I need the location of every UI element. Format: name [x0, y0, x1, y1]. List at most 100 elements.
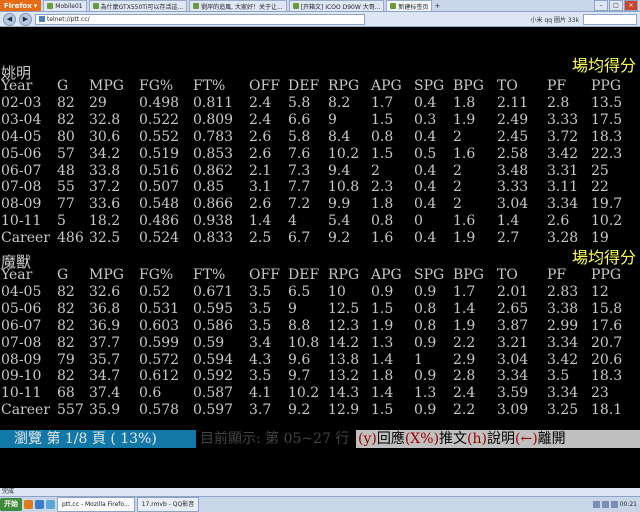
favicon-icon: [390, 3, 397, 9]
tab-label: 新建标签页: [398, 3, 429, 11]
table-cell: 0.599: [139, 334, 180, 351]
table-cell: 0.52: [139, 283, 171, 300]
back-icon[interactable]: ◀: [3, 12, 16, 26]
taskbar: 开始 ptt.cc - Mozilla Firefo... 17.rmvb - …: [0, 496, 640, 512]
table-cell: 0.4: [414, 179, 437, 196]
table-cell: 1.7: [371, 94, 394, 111]
table-cell: 0.853: [193, 145, 234, 162]
table-cell: 35.7: [89, 351, 121, 368]
table-cell: 0.548: [139, 196, 180, 213]
maximize-icon[interactable]: □: [609, 0, 623, 11]
close-icon[interactable]: ×: [624, 0, 638, 11]
table-cell: 2: [453, 196, 462, 213]
firefox-menu-button[interactable]: Firefox ▾: [0, 0, 42, 11]
table-cell: 9.9: [328, 196, 351, 213]
table-cell: 4: [288, 213, 297, 230]
table-cell: 2.5: [249, 230, 272, 247]
table-cell: 3.38: [547, 300, 579, 317]
table-cell: 82: [57, 94, 75, 111]
task-firefox[interactable]: ptt.cc - Mozilla Firefo...: [57, 497, 135, 512]
column-header: G: [57, 267, 69, 283]
table-cell: 7.7: [288, 179, 311, 196]
column-header: SPG: [414, 78, 445, 94]
table-cell: 82: [57, 317, 75, 334]
table-cell: 1.6: [371, 230, 394, 247]
table-cell: 2.49: [497, 111, 529, 128]
search-input[interactable]: [583, 13, 637, 25]
table-cell: 36.9: [89, 317, 121, 334]
table-cell: 9.2: [288, 402, 311, 419]
table-cell: 2: [371, 162, 380, 179]
table-cell: 6.7: [288, 230, 311, 247]
start-button[interactable]: 开始: [0, 498, 22, 511]
address-bar[interactable]: telnet://ptt.cc/: [35, 13, 365, 25]
table-cell: 12.3: [328, 317, 360, 334]
table-cell: 0.4: [414, 94, 437, 111]
tab-mobile01[interactable]: Mobile01: [43, 0, 87, 11]
nav-right-area: 小米 qq 圖片 33k: [531, 13, 637, 25]
table-cell: 03-04: [1, 111, 42, 128]
minimize-icon[interactable]: –: [594, 0, 608, 11]
table-cell: 0.9: [371, 283, 394, 300]
table-cell: 1.8: [453, 94, 476, 111]
tray-volume-icon[interactable]: [601, 501, 609, 508]
push-key[interactable]: (X%): [405, 431, 439, 447]
table-cell: 1.9: [453, 111, 476, 128]
table-cell: 32.6: [89, 283, 121, 300]
table-cell: 68: [57, 385, 75, 402]
table-cell: 34.7: [89, 368, 121, 385]
task-label: ptt.cc - Mozilla Firefo...: [62, 501, 130, 508]
chevron-down-icon: ▾: [33, 1, 38, 10]
table-cell: 15.8: [591, 300, 623, 317]
reply-key[interactable]: (y): [358, 431, 377, 447]
table-cell: 1.5: [371, 111, 394, 128]
new-tab-icon[interactable]: +: [434, 2, 440, 10]
tab-new[interactable]: 新建标签页: [386, 0, 433, 11]
table-cell: 34.2: [89, 145, 121, 162]
table-cell: 0.59: [193, 334, 225, 351]
table-cell: 07-08: [1, 334, 42, 351]
column-header: DEF: [288, 267, 320, 283]
exit-key[interactable]: (←): [515, 431, 538, 447]
column-header: PF: [547, 78, 567, 94]
column-header: Year: [1, 267, 33, 283]
table-cell: 57: [57, 145, 75, 162]
table-row: 02-03 82 29 0.498 0.811 2.4 5.8 8.2 1.7 0.4 1.8 2.1…: [0, 95, 640, 111]
table-cell: 05-06: [1, 145, 42, 162]
qq-icon[interactable]: [46, 500, 55, 509]
table-cell: 48: [57, 162, 75, 179]
table-cell: 0.4: [414, 128, 437, 145]
task-qqplayer[interactable]: 17.rmvb - QQ影音: [136, 497, 200, 512]
column-header: OFF: [249, 267, 280, 283]
table-cell: 82: [57, 368, 75, 385]
column-header: MPG: [89, 78, 124, 94]
table-cell: 0.833: [193, 230, 234, 247]
table-row: 04-05 82 32.6 0.52 0.671 3.5 6.5 10 0.9 0.9 1.7 2.0…: [0, 284, 640, 300]
window-controls: – □ ×: [594, 0, 640, 11]
tab-gtx550[interactable]: 為什麼GTX550Ti可以存活這...: [88, 0, 188, 11]
clock[interactable]: 00:21: [620, 501, 637, 508]
firefox-icon[interactable]: [24, 500, 33, 509]
table-cell: 1.4: [371, 385, 394, 402]
help-key[interactable]: (h): [467, 431, 487, 447]
tray-network-icon[interactable]: [592, 501, 600, 508]
forward-icon[interactable]: ▶: [19, 12, 32, 26]
navigation-bar: ◀ ▶ telnet://ptt.cc/ 小米 qq 圖片 33k: [0, 12, 640, 27]
table-cell: 0.6: [139, 385, 162, 402]
table-cell: 0.587: [193, 385, 234, 402]
table-cell: 0.783: [193, 128, 234, 145]
tab-icoo[interactable]: [开箱文] ICOO D90W 大哥...: [288, 0, 385, 11]
table-cell: 13.8: [328, 351, 360, 368]
tab-liuan[interactable]: 劉岸的追風, 大家好！关于让...: [189, 0, 287, 11]
table-cell: 3.28: [547, 230, 579, 247]
table-row: 08-09 77 33.6 0.548 0.866 2.6 7.2 9.9 1.8 0.4 2 3.0…: [0, 196, 640, 212]
tray-ime-icon[interactable]: [610, 501, 618, 508]
table-cell: 80: [57, 128, 75, 145]
table-cell: 20.7: [591, 334, 623, 351]
table-cell: 9: [328, 111, 337, 128]
table-cell: 3.5: [249, 283, 272, 300]
table-cell: 3.5: [249, 300, 272, 317]
table-cell: 1.4: [497, 213, 520, 230]
table-cell: 07-08: [1, 179, 42, 196]
ie-icon[interactable]: [35, 500, 44, 509]
